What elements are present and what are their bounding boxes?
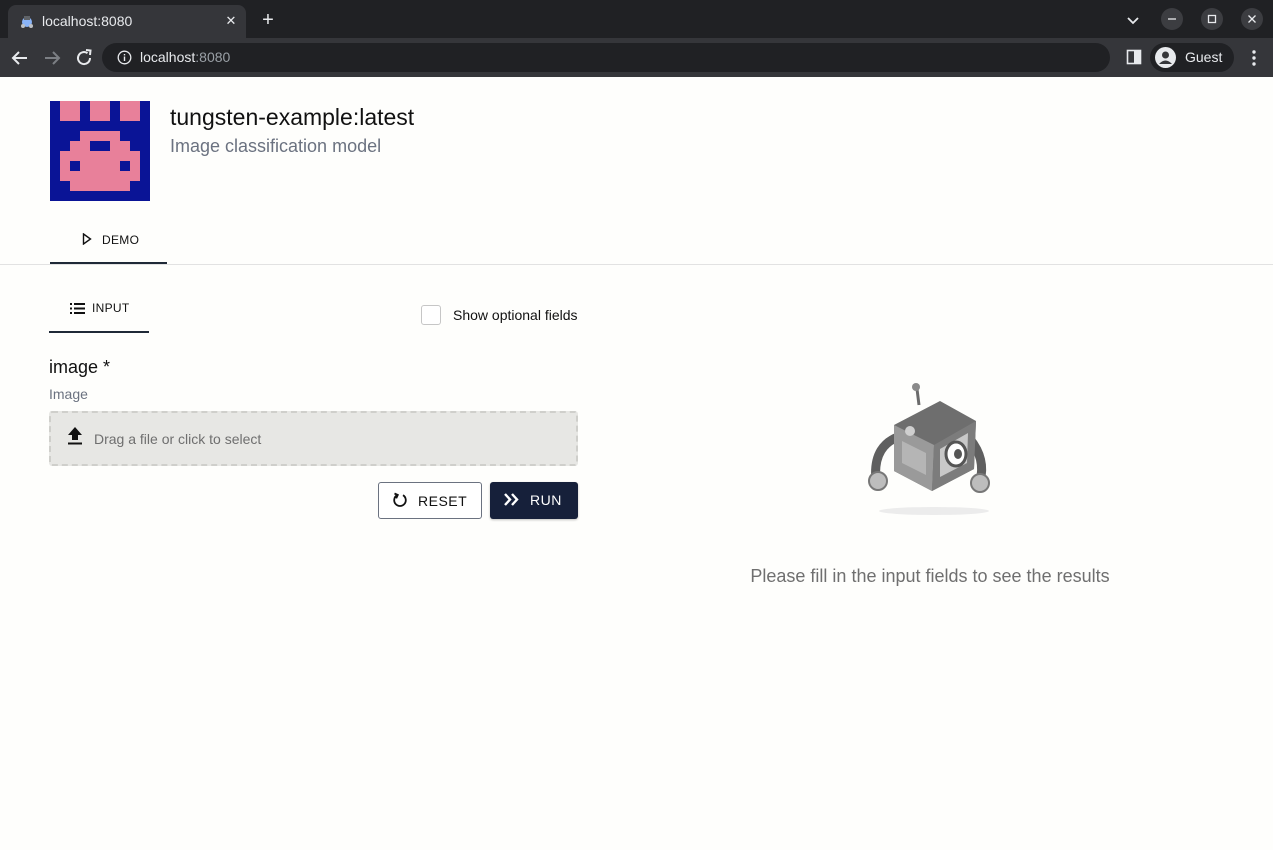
upload-icon	[68, 427, 82, 445]
reset-button-label: RESET	[418, 493, 468, 509]
profile-button[interactable]: Guest	[1150, 43, 1234, 72]
list-icon	[70, 303, 85, 314]
browser-tab-strip: localhost:8080 ✕ +	[0, 0, 1273, 38]
tungsten-favicon-icon	[21, 16, 33, 28]
tab-title: localhost:8080	[42, 13, 133, 29]
run-button[interactable]: RUN	[490, 482, 578, 519]
show-optional-label[interactable]: Show optional fields	[453, 307, 578, 323]
maximize-icon[interactable]	[1201, 8, 1223, 30]
minimize-icon[interactable]	[1161, 8, 1183, 30]
double-chevron-right-icon	[504, 493, 519, 506]
reset-icon	[393, 492, 407, 507]
image-field-label: image *	[49, 357, 111, 377]
tab-demo-label: DEMO	[102, 233, 140, 247]
reset-button[interactable]: RESET	[378, 482, 482, 519]
model-logo	[50, 101, 150, 201]
url-text: localhost:8080	[140, 49, 231, 65]
site-info-icon[interactable]	[117, 50, 132, 65]
empty-results-message: Please fill in the input fields to see t…	[750, 566, 1110, 586]
browser-menu-icon[interactable]	[1245, 48, 1263, 68]
tab-input-label: INPUT	[92, 301, 130, 315]
tab-demo[interactable]: DEMO	[50, 223, 167, 264]
close-window-icon[interactable]	[1241, 8, 1263, 30]
robot-illustration	[868, 383, 990, 515]
header-divider	[0, 264, 1273, 265]
browser-toolbar: localhost:8080 Guest	[0, 38, 1273, 77]
tab-input[interactable]: INPUT	[49, 293, 149, 333]
play-icon	[82, 233, 92, 245]
new-tab-icon[interactable]: +	[258, 10, 278, 30]
model-subtitle: Image classification model	[170, 136, 382, 156]
model-title: tungsten-example:latest	[170, 104, 415, 130]
guest-avatar-icon	[1155, 47, 1176, 68]
image-dropzone[interactable]: Drag a file or click to select	[49, 411, 578, 466]
back-arrow-icon[interactable]	[8, 46, 32, 70]
reload-icon[interactable]	[72, 46, 96, 70]
page-content: tungsten-example:latest Image classifica…	[0, 77, 1273, 850]
address-bar[interactable]: localhost:8080	[102, 43, 1110, 72]
side-panel-icon[interactable]	[1126, 49, 1142, 65]
profile-label: Guest	[1185, 49, 1223, 65]
tab-search-chevron-icon[interactable]	[1124, 11, 1142, 29]
forward-arrow-icon[interactable]	[40, 46, 64, 70]
tab-close-icon[interactable]: ✕	[222, 12, 240, 30]
browser-tab[interactable]: localhost:8080 ✕	[8, 5, 246, 38]
run-button-label: RUN	[530, 492, 562, 508]
image-field-type: Image	[49, 386, 88, 402]
dropzone-text: Drag a file or click to select	[94, 431, 262, 447]
show-optional-checkbox[interactable]	[421, 305, 441, 325]
